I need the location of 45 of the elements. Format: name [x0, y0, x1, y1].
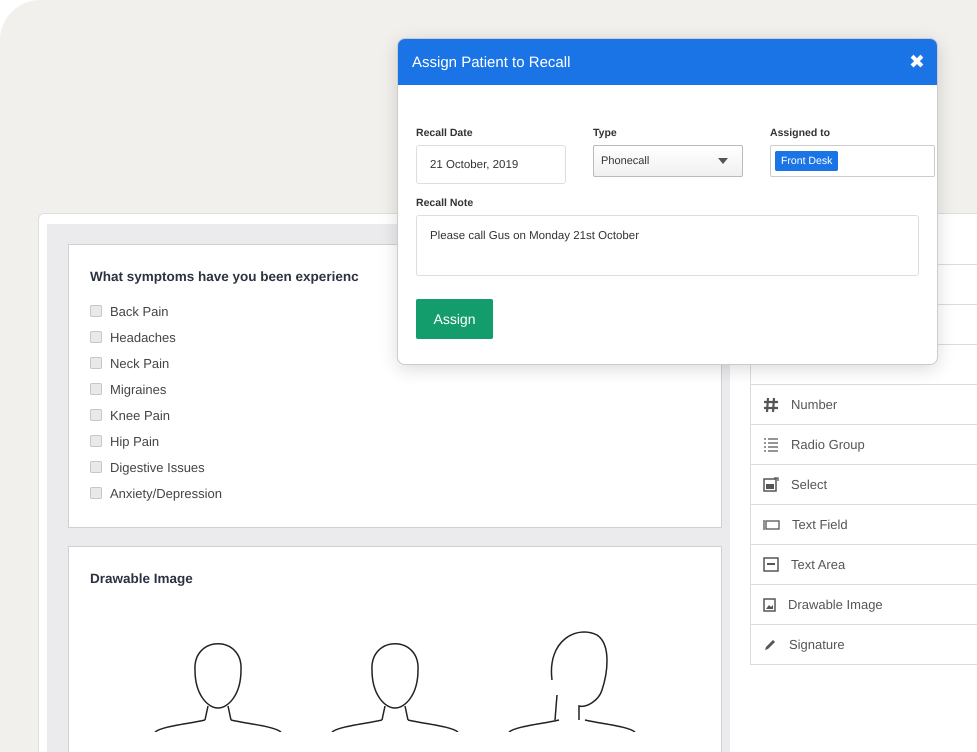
date-field[interactable]: 21 October, 2019	[416, 145, 566, 184]
option-label: Neck Pain	[110, 356, 170, 370]
pen-icon	[763, 638, 777, 652]
option-label: Back Pain	[110, 304, 169, 318]
option-label: Headaches	[110, 330, 176, 344]
checkbox[interactable]	[90, 435, 102, 447]
checkbox[interactable]	[90, 331, 102, 343]
hash-icon	[763, 396, 779, 412]
field-type-item[interactable]: Number	[750, 385, 977, 425]
checkbox[interactable]	[90, 383, 102, 395]
checkbox[interactable]	[90, 461, 102, 473]
option-label: Anxiety/Depression	[110, 486, 222, 500]
field-type-item[interactable]: Text Field	[750, 505, 977, 545]
list-icon	[763, 438, 779, 452]
image-icon	[763, 598, 776, 612]
dialog-title: Assign Patient to Recall	[412, 54, 570, 70]
assign-button[interactable]: Assign	[416, 299, 493, 339]
field-type-item[interactable]: Text Area	[750, 545, 977, 585]
field-label: Type	[593, 127, 618, 139]
checkbox[interactable]	[90, 487, 102, 499]
option-label: Digestive Issues	[110, 460, 205, 474]
checkbox[interactable]	[90, 409, 102, 421]
field-label: Recall Date	[416, 127, 474, 139]
checkbox[interactable]	[90, 357, 102, 369]
option-label: Migraines	[110, 382, 166, 396]
text-area-icon	[763, 557, 779, 572]
drawable-image-title: Drawable Image	[90, 571, 194, 586]
type-select[interactable]: Phonecall	[593, 145, 743, 177]
assignee-tag[interactable]: Front Desk	[775, 151, 838, 171]
field-label: Assigned to	[770, 127, 832, 139]
field-type-item[interactable]: Drawable Image	[750, 585, 977, 625]
option-label: Knee Pain	[110, 408, 170, 422]
field-type-item[interactable]: Signature	[750, 625, 977, 665]
assignee-field[interactable]: Front Desk	[770, 145, 935, 177]
note-field[interactable]: Please call Gus on Monday 21st October	[416, 215, 919, 276]
close-button[interactable]: ✖	[909, 50, 925, 74]
text-field-icon	[763, 518, 780, 530]
question-title: What symptoms have you been experienc	[90, 269, 360, 284]
option-label: Hip Pain	[110, 434, 160, 448]
checkbox[interactable]	[90, 305, 102, 317]
caret-icon	[718, 158, 728, 164]
field-type-item[interactable]: Radio Group	[750, 425, 977, 465]
select-icon	[763, 477, 779, 492]
field-label: Recall Note	[416, 197, 474, 209]
field-type-item[interactable]: Select	[750, 465, 977, 505]
